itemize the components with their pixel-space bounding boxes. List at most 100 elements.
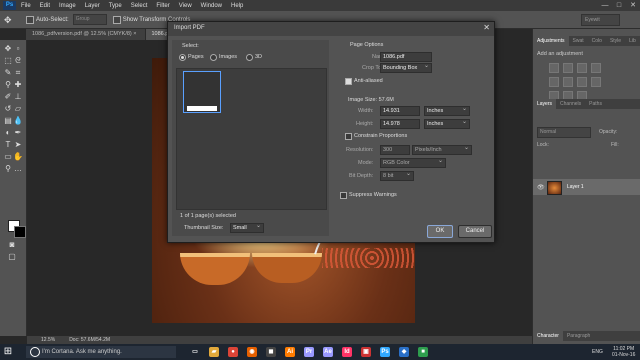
page-thumbnail[interactable] xyxy=(183,71,221,113)
bw-adj-icon[interactable] xyxy=(591,77,601,87)
vibrance-adj-icon[interactable] xyxy=(549,77,559,87)
doc-size[interactable]: Doc: 57.6M/54.2M xyxy=(69,337,110,343)
quick-mask-icon[interactable]: ◙ xyxy=(7,240,17,250)
transform-controls-checkbox[interactable] xyxy=(112,15,121,24)
move-tool-icon[interactable]: ✥ xyxy=(4,14,20,26)
tab-layers[interactable]: Layers xyxy=(533,99,557,109)
brightness-adj-icon[interactable] xyxy=(549,63,559,73)
maximize-button[interactable]: □ xyxy=(612,0,626,11)
tab-channels[interactable]: Channels xyxy=(556,99,585,109)
path-select-icon[interactable]: ➤ xyxy=(13,140,23,150)
mode-dropdown[interactable]: RGB Color xyxy=(380,157,446,168)
exposure-adj-icon[interactable] xyxy=(591,63,601,73)
pages-radio-label[interactable]: Pages xyxy=(188,54,204,60)
app-blue-icon[interactable]: ◆ xyxy=(399,347,409,357)
name-field[interactable]: 1086.pdf xyxy=(380,52,432,62)
crop-icon[interactable]: ⌗ xyxy=(13,68,23,78)
hand-icon[interactable]: ✋ xyxy=(13,152,23,162)
background-color-swatch[interactable] xyxy=(14,226,26,238)
menu-help[interactable]: Help xyxy=(231,3,243,9)
more-tools-icon[interactable]: … xyxy=(13,164,23,174)
menu-type[interactable]: Type xyxy=(109,3,122,9)
images-radio[interactable] xyxy=(210,54,217,61)
after-effects-icon[interactable]: Ae xyxy=(323,347,333,357)
pen-icon[interactable]: ✒ xyxy=(13,128,23,138)
eye-icon[interactable]: 👁 xyxy=(537,184,545,191)
stamp-icon[interactable]: ⊥ xyxy=(13,92,23,102)
bit-depth-dropdown[interactable]: 8 bit xyxy=(380,170,414,181)
color-balance-adj-icon[interactable] xyxy=(577,77,587,87)
indesign-icon[interactable]: Id xyxy=(342,347,352,357)
menu-select[interactable]: Select xyxy=(131,3,148,9)
quick-select-icon[interactable]: ✎ xyxy=(3,68,13,78)
height-unit-dropdown[interactable]: Inches xyxy=(424,118,470,129)
layer-name[interactable]: Layer 1 xyxy=(567,184,584,190)
chrome-icon[interactable]: ● xyxy=(228,347,238,357)
width-field[interactable]: 14.931 xyxy=(380,106,420,116)
resolution-unit-dropdown[interactable]: Pixels/Inch xyxy=(412,144,472,155)
menu-edit[interactable]: Edit xyxy=(40,3,50,9)
shape-icon[interactable]: ▭ xyxy=(3,152,13,162)
auto-select-dropdown[interactable]: Group xyxy=(72,14,107,25)
history-brush-icon[interactable]: ↺ xyxy=(3,104,13,114)
tab-color[interactable]: Colo xyxy=(588,36,606,46)
auto-select-checkbox[interactable] xyxy=(26,15,34,24)
tab-adjustments[interactable]: Adjustments xyxy=(533,36,569,46)
hue-sat-adj-icon[interactable] xyxy=(563,77,573,87)
minimize-button[interactable]: — xyxy=(598,0,612,11)
app-dark-icon[interactable]: ◼ xyxy=(266,347,276,357)
gradient-icon[interactable]: ▤ xyxy=(3,116,13,126)
tab-swatches[interactable]: Swat xyxy=(569,36,588,46)
3d-radio-label[interactable]: 3D xyxy=(255,54,262,60)
suppress-warnings-label[interactable]: Suppress Warnings xyxy=(349,192,397,198)
cancel-button[interactable]: Cancel xyxy=(458,225,492,238)
language-indicator[interactable]: ENG xyxy=(592,349,603,355)
clock[interactable]: 11:02 PM 01-Nov-16 xyxy=(612,346,635,358)
file-explorer-icon[interactable]: ▰ xyxy=(209,347,219,357)
eraser-icon[interactable]: ▱ xyxy=(13,104,23,114)
images-radio-label[interactable]: Images xyxy=(219,54,237,60)
menu-image[interactable]: Image xyxy=(59,3,76,9)
menu-view[interactable]: View xyxy=(179,3,192,9)
height-field[interactable]: 14.978 xyxy=(380,119,420,129)
artboard-icon[interactable]: ▫ xyxy=(13,44,23,54)
width-unit-dropdown[interactable]: Inches xyxy=(424,105,470,116)
levels-adj-icon[interactable] xyxy=(563,63,573,73)
curves-adj-icon[interactable] xyxy=(577,63,587,73)
constrain-label[interactable]: Constrain Proportions xyxy=(354,133,407,139)
windows-start-icon[interactable]: ⊞ xyxy=(2,346,14,358)
task-view-icon[interactable]: ▭ xyxy=(190,347,200,357)
app-green-icon[interactable]: ■ xyxy=(418,347,428,357)
zoom-level[interactable]: 12.5% xyxy=(41,337,55,343)
lasso-icon[interactable]: ᘓ xyxy=(13,56,23,66)
tab-paragraph[interactable]: Paragraph xyxy=(563,331,594,341)
doc-tab-pdfversion[interactable]: 1086_pdfversion.pdf @ 12.5% (CMYK/8) × xyxy=(26,29,146,40)
screen-mode-icon[interactable]: ▢ xyxy=(7,252,17,262)
move-icon[interactable]: ✥ xyxy=(3,44,13,54)
3d-radio[interactable] xyxy=(246,54,253,61)
dodge-icon[interactable]: ◐ xyxy=(3,128,13,138)
ok-button[interactable]: OK xyxy=(427,225,453,238)
pages-radio[interactable] xyxy=(179,54,186,61)
crop-to-dropdown[interactable]: Bounding Box xyxy=(380,62,432,73)
marquee-icon[interactable]: ⬚ xyxy=(3,56,13,66)
firefox-icon[interactable]: ◉ xyxy=(247,347,257,357)
resolution-field[interactable]: 300 xyxy=(380,145,410,155)
menu-layer[interactable]: Layer xyxy=(85,3,100,9)
workspace-select[interactable]: Eyewit xyxy=(581,14,620,26)
cortana-search[interactable]: I'm Cortana. Ask me anything. xyxy=(26,346,176,358)
premiere-icon[interactable]: Pr xyxy=(304,347,314,357)
close-window-button[interactable]: ✕ xyxy=(626,0,640,11)
constrain-checkbox[interactable] xyxy=(345,133,352,140)
tab-paths[interactable]: Paths xyxy=(585,99,606,109)
healing-icon[interactable]: ✚ xyxy=(13,80,23,90)
blend-mode-select[interactable]: Normal xyxy=(537,127,591,138)
type-icon[interactable]: T xyxy=(3,140,13,150)
tab-styles[interactable]: Style xyxy=(606,36,625,46)
tab-libraries[interactable]: Lib xyxy=(625,36,640,46)
app-red-icon[interactable]: ▣ xyxy=(361,347,371,357)
menu-file[interactable]: File xyxy=(21,3,31,9)
menu-window[interactable]: Window xyxy=(201,3,222,9)
anti-aliased-checkbox[interactable] xyxy=(345,78,352,85)
dialog-title-bar[interactable]: Import PDF ✕ xyxy=(168,22,494,36)
